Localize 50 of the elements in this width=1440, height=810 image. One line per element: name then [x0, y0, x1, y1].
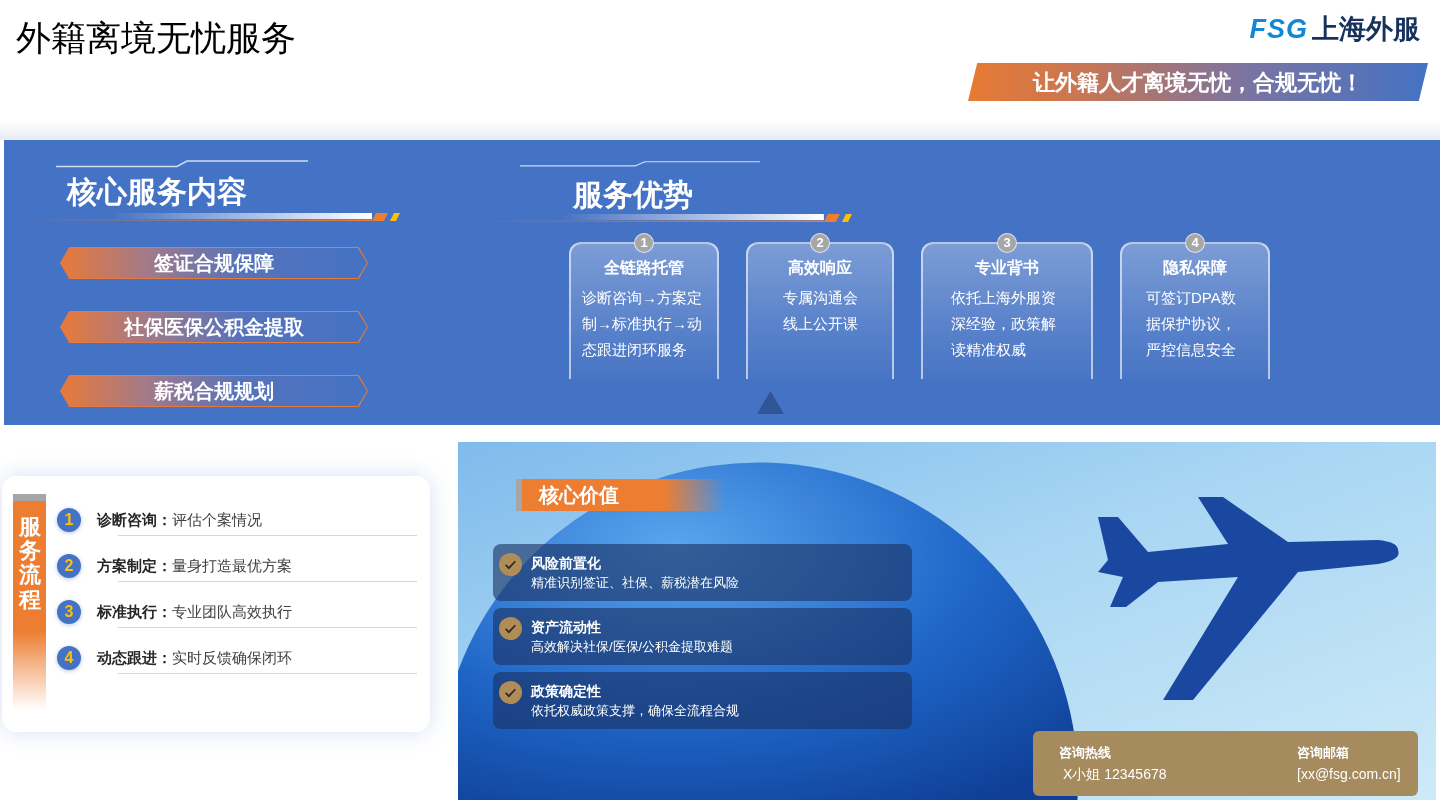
step-number: 1 — [57, 508, 81, 532]
card-text: 专属沟通会 — [782, 288, 858, 308]
card-title: 全链路托管 — [604, 258, 684, 278]
page-title: 外籍离境无忧服务 — [16, 17, 296, 59]
check-icon — [499, 681, 522, 704]
step-number: 2 — [57, 554, 81, 578]
logo-mark: FSG — [1249, 13, 1308, 45]
step-text: 量身打造最优方案 — [172, 555, 292, 576]
step-title: 方案制定： — [97, 555, 172, 576]
hotline-label: 咨询热线 — [1059, 744, 1112, 762]
card-text: 诊断咨询→方案定制→标准执行→动态跟进闭环服务 — [582, 288, 703, 360]
card-title: 高效响应 — [788, 258, 852, 278]
section-heading: 服务优势 — [573, 177, 693, 213]
email-label: 咨询邮箱 — [1297, 744, 1350, 762]
number-badge: 4 — [1185, 233, 1205, 253]
step-text: 评估个案情况 — [172, 509, 262, 530]
step-number: 4 — [57, 646, 81, 670]
value-text: 精准识别签证、社保、薪税潜在风险 — [531, 574, 739, 592]
number-badge: 2 — [810, 233, 830, 253]
value-title: 资产流动性 — [531, 618, 602, 637]
step-title: 动态跟进： — [97, 647, 172, 668]
check-icon — [499, 617, 522, 640]
section-heading: 核心服务内容 — [67, 174, 247, 210]
service-tag: 社保医保公积金提取 — [60, 311, 368, 343]
number-badge: 3 — [997, 233, 1017, 253]
triangle-icon — [757, 391, 784, 414]
step-title: 诊断咨询： — [97, 509, 172, 530]
card-text: 可签订DPA数据保护协议，严控信息安全 — [1146, 288, 1237, 360]
service-tag: 签证合规保障 — [60, 247, 368, 279]
card-title: 隐私保障 — [1163, 258, 1227, 278]
card-text: 依托上海外服资深经验，政策解读精准权威 — [951, 288, 1057, 360]
number-badge: 1 — [634, 233, 654, 253]
card-text: 线上公开课 — [782, 314, 858, 334]
logo-name: 上海外服 — [1312, 13, 1420, 45]
hotline-value: X小姐 12345678 — [1063, 765, 1168, 784]
card-title: 专业背书 — [975, 258, 1039, 278]
service-tag: 薪税合规规划 — [60, 375, 368, 407]
check-icon — [499, 553, 522, 576]
step-title: 标准执行： — [97, 601, 172, 622]
value-title: 风险前置化 — [531, 554, 602, 573]
slogan-banner: 让外籍人才离境无忧，合规无忧！ — [968, 63, 1428, 101]
value-text: 依托权威政策支撑，确保全流程合规 — [531, 702, 739, 720]
step-text: 专业团队高效执行 — [172, 601, 292, 622]
step-number: 3 — [57, 600, 81, 624]
email-value: [xx@fsg.com.cn] — [1297, 765, 1401, 784]
step-text: 实时反馈确保闭环 — [172, 647, 292, 668]
value-title: 政策确定性 — [531, 682, 602, 701]
section-label: 核心价值 — [516, 479, 725, 511]
value-text: 高效解决社保/医保/公积金提取难题 — [531, 638, 734, 656]
process-label: 服务流程 — [18, 515, 41, 612]
